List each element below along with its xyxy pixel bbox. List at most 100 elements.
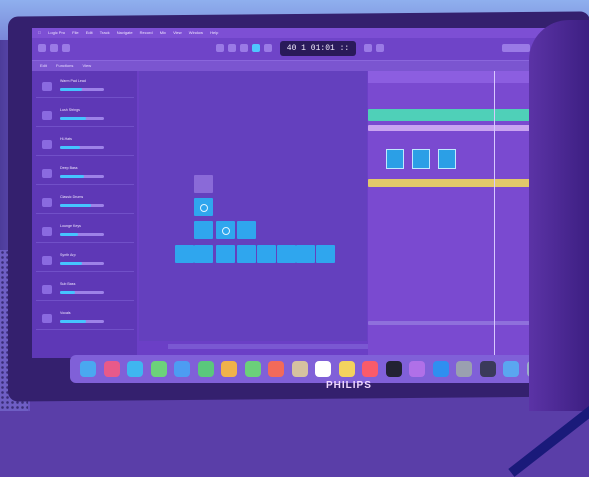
tab-edit[interactable]: Edit — [40, 63, 47, 68]
menu-logic[interactable]: Logic Pro — [48, 30, 65, 35]
track-header[interactable]: Deep Bass — [36, 164, 134, 185]
clip-cell[interactable] — [438, 149, 456, 169]
loop-cell[interactable] — [216, 221, 235, 239]
tuner-button[interactable] — [364, 44, 372, 52]
instrument-icon — [42, 227, 52, 236]
photos-icon[interactable] — [221, 361, 237, 377]
playhead[interactable] — [494, 71, 495, 358]
menu-view[interactable]: View — [173, 30, 182, 35]
clip-cell[interactable] — [386, 149, 404, 169]
menu-help[interactable]: Help — [210, 30, 218, 35]
facetime-icon[interactable] — [244, 361, 261, 377]
rewind-button[interactable] — [216, 44, 224, 52]
safari-icon[interactable] — [127, 361, 143, 377]
dock — [70, 355, 564, 383]
track-header[interactable]: Sub Bass — [36, 280, 134, 301]
loop-cell[interactable] — [316, 245, 335, 263]
volume-level — [60, 117, 86, 120]
loop-cell[interactable] — [194, 198, 213, 216]
volume-slider[interactable] — [60, 88, 104, 91]
menu-navigate[interactable]: Navigate — [117, 30, 133, 35]
track-header[interactable]: Synth Arp — [36, 251, 134, 272]
track-name: Deep Bass — [60, 166, 78, 170]
tab-view[interactable]: View — [83, 63, 92, 68]
forward-button[interactable] — [228, 44, 236, 52]
track-header[interactable]: Vocals — [36, 309, 134, 330]
control-bar: 40 1 01:01 :: — [32, 38, 560, 61]
volume-slider[interactable] — [60, 117, 104, 120]
appstore-icon[interactable] — [432, 361, 449, 377]
mail-icon[interactable] — [174, 361, 190, 377]
volume-level — [60, 204, 91, 207]
volume-slider[interactable] — [60, 175, 104, 178]
volume-level — [60, 88, 82, 91]
instrument-icon — [42, 82, 52, 91]
lcd-display[interactable]: 40 1 01:01 :: — [280, 41, 356, 56]
track-name: Sub Bass — [60, 282, 76, 286]
apple-menu-icon[interactable]:  — [38, 30, 41, 35]
track-headers: Warm Pad Lead Lush Strings Hi-Hats Deep Bas… — [32, 71, 137, 358]
downloads-icon[interactable] — [503, 361, 519, 377]
volume-slider[interactable] — [60, 233, 104, 236]
contacts-icon[interactable] — [291, 361, 308, 377]
menu-record[interactable]: Record — [140, 30, 153, 35]
menu-window[interactable]: Window — [189, 30, 203, 35]
loop-cell[interactable] — [257, 245, 276, 263]
track-header[interactable]: Classic Drums — [36, 193, 134, 214]
loop-cell[interactable] — [194, 245, 213, 263]
instrument-icon — [42, 198, 52, 207]
loop-cell[interactable] — [216, 245, 235, 263]
settings-icon[interactable] — [456, 361, 472, 377]
help-button[interactable] — [62, 44, 70, 52]
launchpad-icon[interactable] — [103, 361, 120, 377]
master-volume-slider[interactable] — [502, 44, 530, 52]
volume-slider[interactable] — [60, 204, 104, 207]
inspector-button[interactable] — [50, 44, 58, 52]
metronome-button[interactable] — [376, 44, 384, 52]
instrument-icon — [42, 256, 52, 265]
record-button[interactable] — [264, 44, 272, 52]
volume-slider[interactable] — [60, 320, 104, 323]
library-button[interactable] — [38, 44, 46, 52]
music-icon[interactable] — [362, 361, 378, 377]
maps-icon[interactable] — [197, 361, 214, 377]
track-header[interactable]: Warm Pad Lead — [36, 77, 134, 98]
calendar-icon[interactable] — [268, 361, 284, 377]
tab-functions[interactable]: Functions — [56, 63, 73, 68]
logic-icon[interactable] — [479, 361, 496, 377]
appletv-icon[interactable] — [385, 361, 402, 377]
menu-bar:  Logic Pro File Edit Track Navigate Rec… — [32, 28, 560, 38]
finder-icon[interactable] — [80, 361, 96, 377]
notes-icon[interactable] — [338, 361, 355, 377]
monitor-screen:  Logic Pro File Edit Track Navigate Rec… — [32, 28, 560, 358]
menu-edit[interactable]: Edit — [86, 30, 93, 35]
track-header[interactable]: Lounge Keys — [36, 222, 134, 243]
loop-cell[interactable] — [277, 245, 296, 263]
loop-cell[interactable] — [296, 245, 315, 263]
play-button[interactable] — [252, 44, 260, 52]
loop-cell[interactable] — [194, 175, 213, 193]
track-header[interactable]: Lush Strings — [36, 106, 134, 127]
loop-cell[interactable] — [194, 221, 213, 239]
instrument-icon — [42, 140, 52, 149]
menu-mix[interactable]: Mix — [160, 30, 166, 35]
messages-icon[interactable] — [150, 361, 167, 377]
volume-slider[interactable] — [60, 146, 104, 149]
cell-play-icon — [222, 227, 230, 235]
stop-button[interactable] — [240, 44, 248, 52]
volume-level — [60, 320, 86, 323]
loop-cell[interactable] — [237, 221, 256, 239]
track-header[interactable]: Hi-Hats — [36, 135, 134, 156]
loop-cell[interactable] — [175, 245, 194, 263]
volume-level — [60, 146, 80, 149]
clip-cell[interactable] — [412, 149, 430, 169]
instrument-icon — [42, 314, 52, 323]
menu-file[interactable]: File — [72, 30, 78, 35]
menu-track[interactable]: Track — [100, 30, 110, 35]
horizontal-scrollbar[interactable] — [168, 344, 368, 349]
loop-cell[interactable] — [237, 245, 256, 263]
volume-slider[interactable] — [60, 291, 104, 294]
podcasts-icon[interactable] — [409, 361, 425, 377]
reminders-icon[interactable] — [315, 361, 331, 377]
volume-slider[interactable] — [60, 262, 104, 265]
